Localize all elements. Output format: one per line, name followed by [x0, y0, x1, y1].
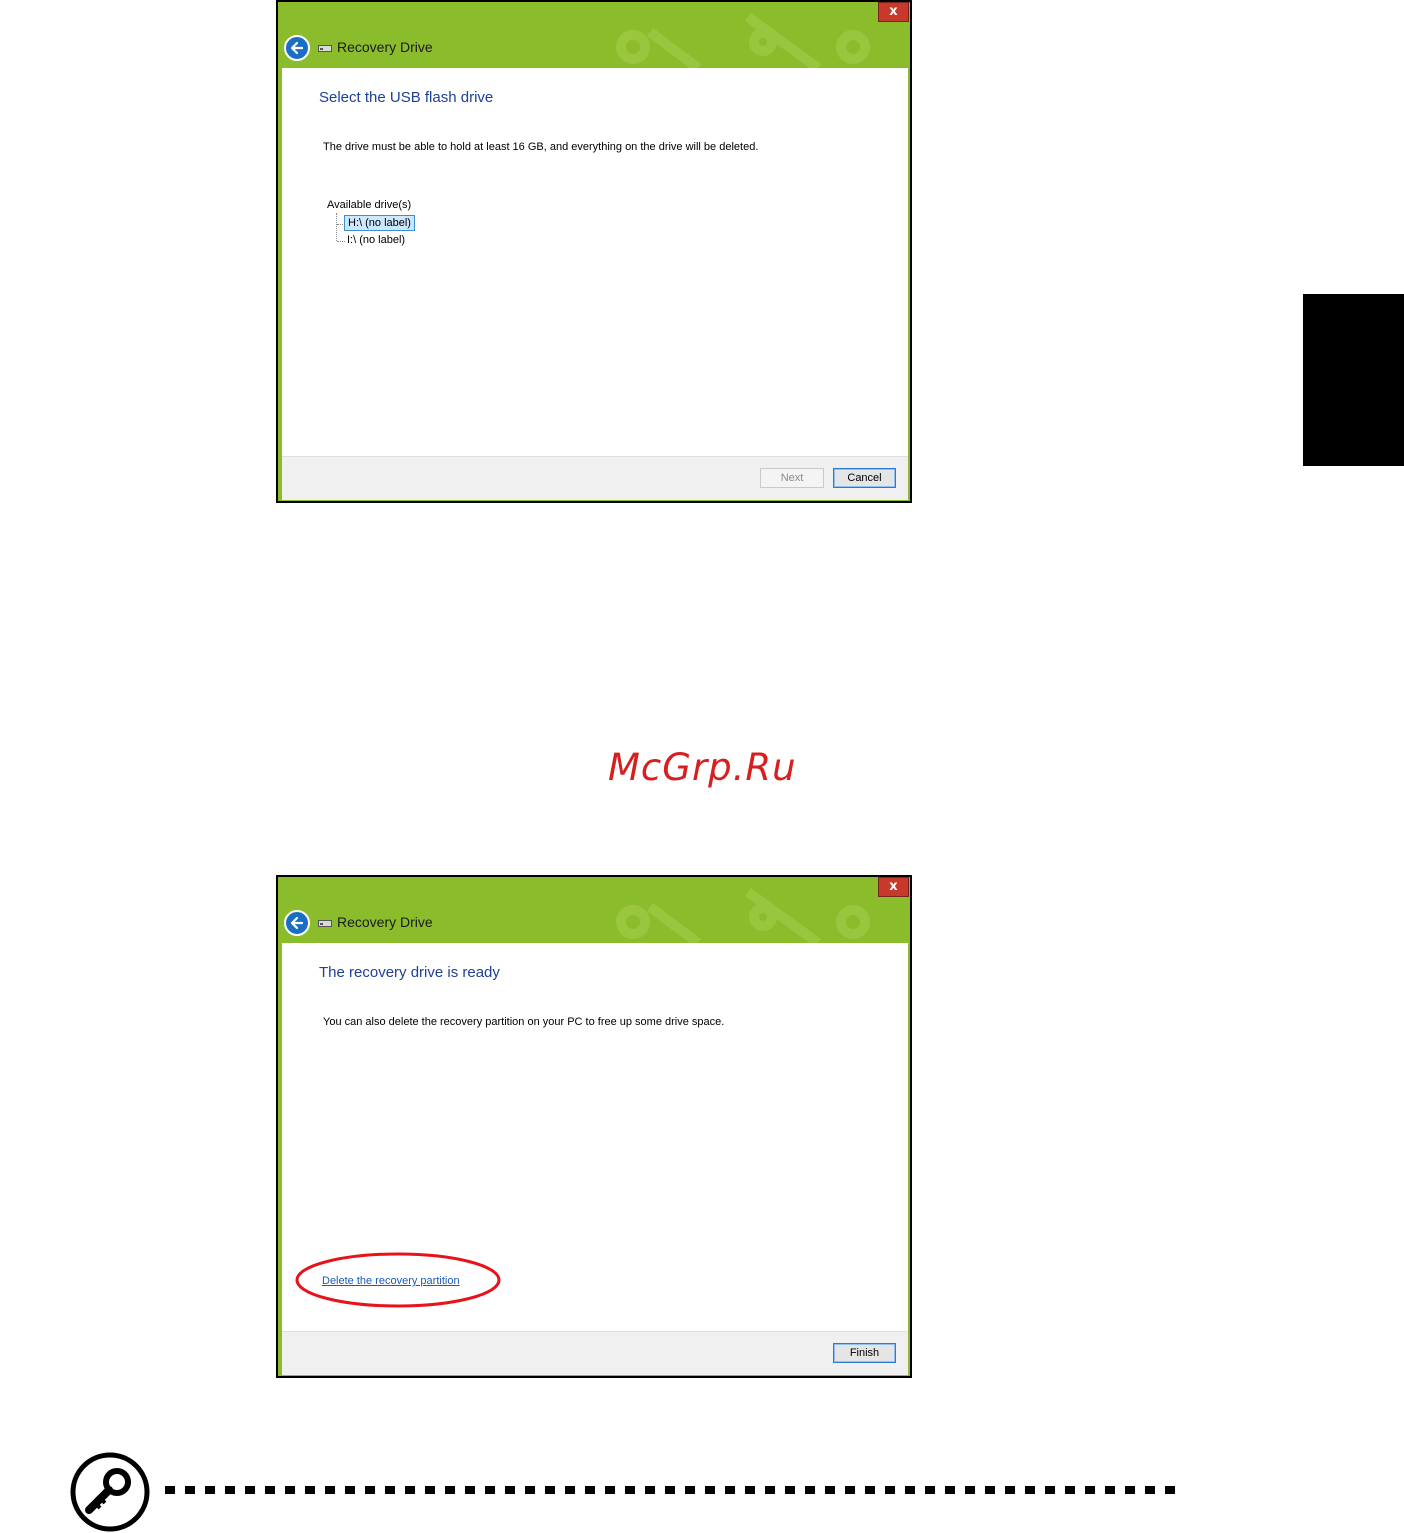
close-button[interactable]: x: [878, 877, 909, 897]
tree-root-label: Available drive(s): [327, 199, 412, 211]
dotted-separator: [165, 1486, 1183, 1494]
key-note-icon: [70, 1452, 150, 1532]
back-arrow-icon: [290, 41, 304, 55]
cancel-button[interactable]: Cancel: [833, 468, 896, 488]
titlebar: [278, 2, 910, 68]
close-icon: x: [889, 4, 898, 19]
side-tab: [1303, 294, 1404, 466]
titlebar-background-art: [278, 877, 910, 943]
back-arrow-icon: [290, 916, 304, 930]
recovery-drive-dialog-select: x Recovery Drive Select the USB flash dr…: [276, 0, 912, 503]
back-button[interactable]: [284, 35, 310, 61]
finish-button[interactable]: Finish: [833, 1343, 896, 1363]
drive-icon: [318, 920, 332, 927]
titlebar: [278, 877, 910, 943]
tree-connector: [336, 213, 337, 241]
description-text: You can also delete the recovery partiti…: [323, 1016, 725, 1028]
next-button[interactable]: Next: [760, 468, 824, 488]
page-heading: Select the USB flash drive: [319, 89, 494, 106]
highlight-ellipse: [295, 1252, 501, 1308]
drive-item-i[interactable]: I:\ (no label): [344, 233, 408, 247]
description-text: The drive must be able to hold at least …: [323, 141, 759, 153]
window-title: Recovery Drive: [337, 914, 433, 930]
back-button[interactable]: [284, 910, 310, 936]
window-title: Recovery Drive: [337, 39, 433, 55]
drive-icon: [318, 45, 332, 52]
dialog-content: Select the USB flash drive The drive mus…: [282, 68, 908, 456]
dialog-footer: Next Cancel: [282, 456, 908, 500]
page-heading: The recovery drive is ready: [319, 964, 500, 981]
dialog-footer: Finish: [282, 1331, 908, 1375]
close-icon: x: [889, 879, 898, 894]
titlebar-background-art: [278, 2, 910, 68]
drive-item-h[interactable]: H:\ (no label): [344, 215, 415, 231]
watermark-text: McGrp.Ru: [608, 746, 797, 789]
close-button[interactable]: x: [878, 2, 909, 22]
